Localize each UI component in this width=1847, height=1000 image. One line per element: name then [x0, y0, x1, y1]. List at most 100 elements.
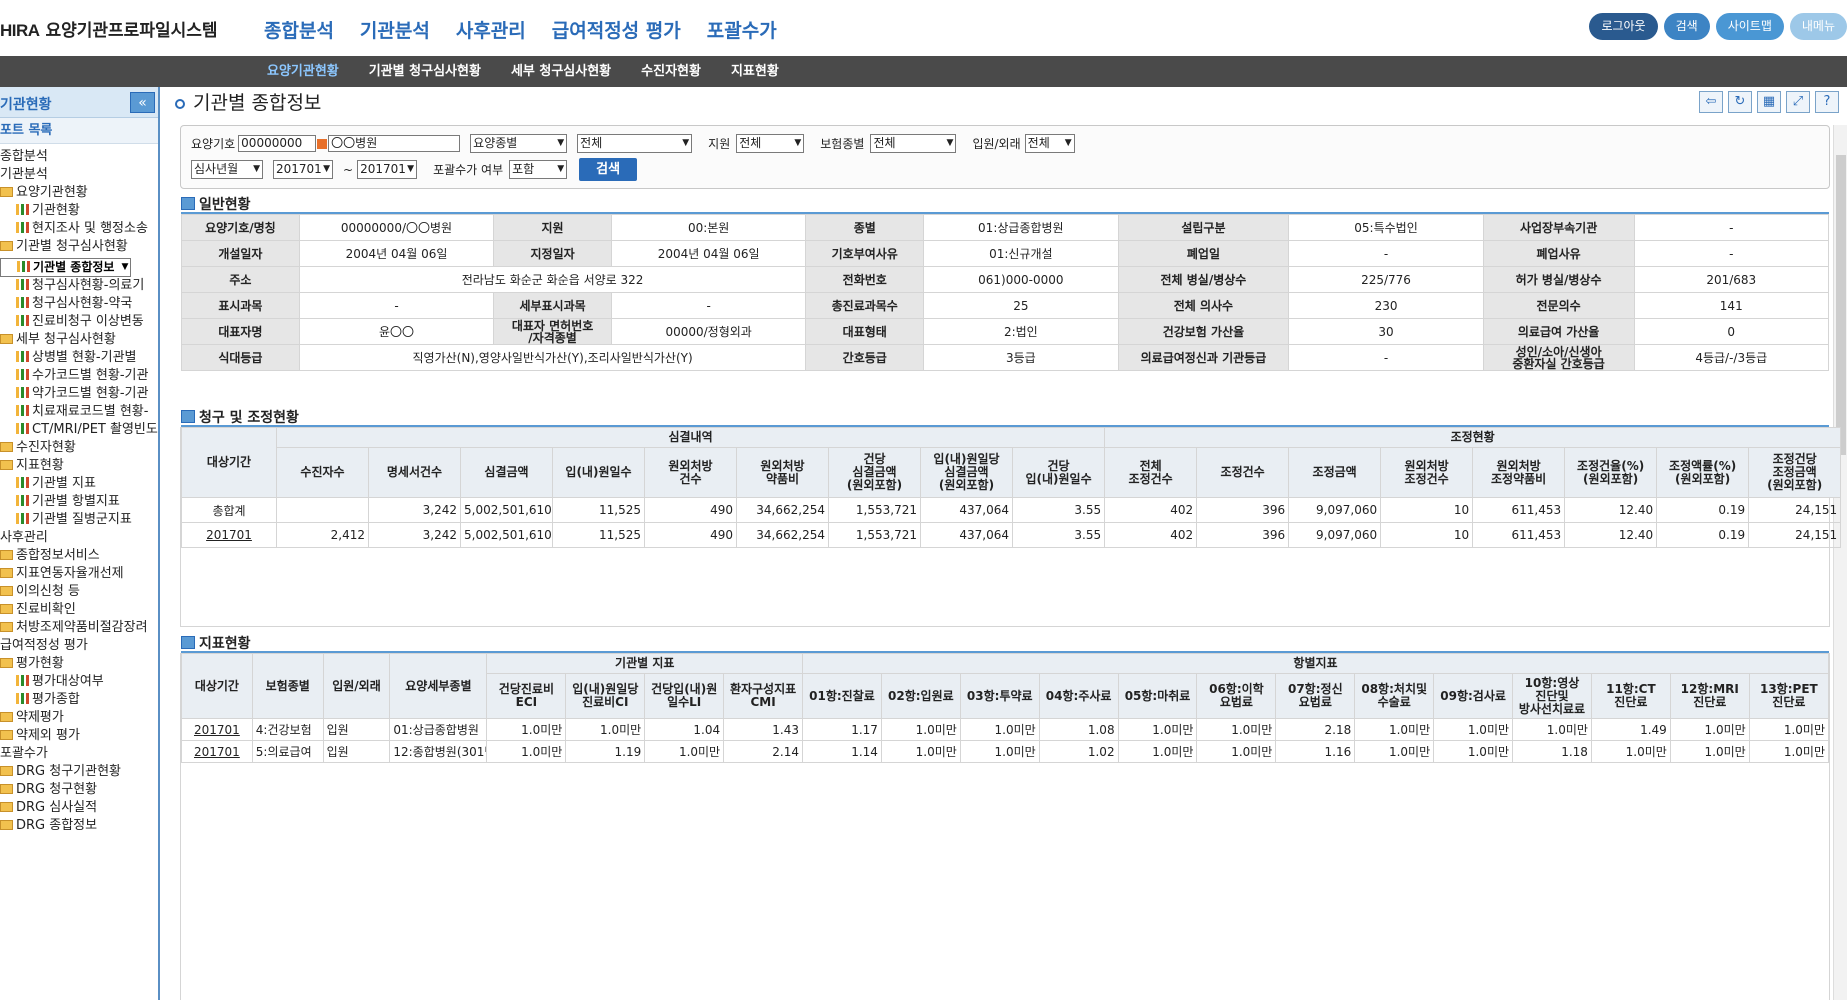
sidebar-item[interactable]: CT/MRI/PET 촬영빈도 — [0, 421, 158, 439]
main-nav-item[interactable]: 급여적정성 평가 — [552, 16, 681, 43]
sidebar-item[interactable]: 세부 청구심사현황 — [0, 331, 158, 349]
refresh-icon[interactable]: ↻ — [1728, 91, 1752, 113]
folder-icon — [0, 586, 13, 596]
sidebar-item-label: 기관별 종합정보 — [33, 260, 115, 274]
sitemap-button[interactable]: 사이트맵 — [1715, 13, 1784, 40]
report-icon — [16, 387, 29, 398]
subtype-select[interactable]: 전체 — [577, 134, 693, 153]
report-icon — [16, 693, 29, 704]
col-header: 요양세부종별 — [389, 653, 488, 719]
general-label: 대표자명 — [181, 318, 300, 345]
drg-select[interactable]: 포함 — [509, 160, 568, 179]
sidebar-item[interactable]: DRG 청구기관현황 — [0, 763, 158, 781]
table-cell: 4:건강보험 — [251, 718, 324, 741]
help-icon[interactable]: ? — [1815, 91, 1839, 113]
period-type-select[interactable]: 심사년월 — [191, 160, 263, 179]
sub-nav-item[interactable]: 지표현황 — [716, 56, 794, 87]
sub-nav-item[interactable]: 기관별 청구심사현황 — [354, 56, 496, 87]
logout-button[interactable]: 로그아웃 — [1589, 13, 1658, 40]
type-select[interactable]: 요양종별 — [470, 134, 568, 153]
col-header: 건당진료비 ECI — [486, 673, 567, 719]
my-menu-button[interactable]: 내메뉴 — [1789, 13, 1847, 40]
collapse-icon[interactable]: « — [130, 92, 155, 113]
sidebar-item[interactable]: 기관분석 — [0, 166, 158, 184]
sidebar-item[interactable]: 평가종합 — [0, 691, 158, 709]
general-value: - — [1288, 240, 1484, 267]
sidebar-item[interactable]: 진료비확인 — [0, 601, 158, 619]
period-cell[interactable]: 201701 — [181, 718, 253, 741]
table-cell: 3,242 — [368, 522, 461, 548]
vertical-scrollbar[interactable] — [1833, 125, 1847, 1000]
name-input[interactable]: 〇〇병원 — [328, 135, 461, 152]
insurance-select[interactable]: 전체 — [870, 134, 957, 153]
sidebar-item[interactable]: DRG 심사실적 — [0, 799, 158, 817]
sidebar-item[interactable]: 상병별 현황-기관별 — [0, 349, 158, 367]
main-nav-item[interactable]: 포괄수가 — [707, 16, 777, 43]
sidebar-item[interactable]: 치료재료코드별 현황- — [0, 403, 158, 421]
col-header: 원외처방 건수 — [644, 447, 737, 498]
sidebar-item[interactable]: 지표연동자율개선제 — [0, 565, 158, 583]
sidebar-item[interactable]: 종합분석 — [0, 148, 158, 166]
col-header: 10항:영상 진단및 방사선치료료 — [1512, 673, 1592, 719]
sidebar-item[interactable]: 약제외 평가 — [0, 727, 158, 745]
sidebar-item[interactable]: 현지조사 및 행정소송 — [0, 220, 158, 238]
sub-nav-item[interactable]: 수진자현황 — [626, 56, 716, 87]
app-logo[interactable]: HIRA 요양기관프로파일시스템 — [0, 16, 218, 41]
scrollbar-thumb[interactable] — [1836, 155, 1846, 455]
sidebar-item[interactable]: 요양기관현황 — [0, 184, 158, 202]
sidebar-item[interactable]: 평가현황 — [0, 655, 158, 673]
general-value: 061)000-0000 — [923, 266, 1119, 293]
period-from-select[interactable]: 201701 — [273, 160, 333, 179]
sidebar-item[interactable]: 기관별 종합정보 — [0, 258, 132, 277]
back-icon[interactable]: ⇦ — [1699, 91, 1723, 113]
lookup-icon[interactable] — [317, 138, 328, 149]
search-button-top[interactable]: 검색 — [1663, 13, 1710, 40]
sidebar-item[interactable]: 수가코드별 현황-기관 — [0, 367, 158, 385]
fullscreen-icon[interactable]: ⤢ — [1786, 91, 1810, 113]
search-button[interactable]: 검색 — [579, 158, 638, 181]
general-value: 225/776 — [1288, 266, 1484, 293]
sidebar-item[interactable]: 수진자현황 — [0, 439, 158, 457]
general-label: 전체 병실/병상수 — [1117, 266, 1290, 293]
sidebar-item[interactable]: 약가코드별 현황-기관 — [0, 385, 158, 403]
main-nav-item[interactable]: 종합분석 — [264, 16, 334, 43]
sub-nav-item[interactable]: 요양기관현황 — [252, 56, 354, 87]
report-icon — [16, 675, 29, 686]
sidebar-item[interactable]: 처방조제약품비절감장려 — [0, 619, 158, 637]
sidebar-item[interactable]: 평가대상여부 — [0, 673, 158, 691]
table-cell: 01:상급종합병원 — [389, 718, 488, 741]
main-nav-item[interactable]: 기관분석 — [360, 16, 430, 43]
table-cell: 2,412 — [276, 522, 369, 548]
branch-select[interactable]: 전체 — [736, 134, 805, 153]
sidebar-item[interactable]: 기관별 지표 — [0, 475, 158, 493]
sidebar-item[interactable]: 종합정보서비스 — [0, 547, 158, 565]
sub-nav-item[interactable]: 세부 청구심사현황 — [496, 56, 626, 87]
sidebar-item[interactable]: 사후관리 — [0, 529, 158, 547]
sidebar-item[interactable]: 포괄수가 — [0, 745, 158, 763]
sidebar-item[interactable]: 기관현황 — [0, 202, 158, 220]
inout-select[interactable]: 전체 — [1024, 134, 1075, 153]
folder-icon — [0, 604, 13, 614]
period-cell[interactable]: 201701 — [181, 740, 253, 763]
sidebar-item[interactable]: 이의신청 등 — [0, 583, 158, 601]
sidebar-item[interactable]: 진료비청구 이상변동 — [0, 313, 158, 331]
sidebar-item[interactable]: 지표현황 — [0, 457, 158, 475]
sidebar-item[interactable]: 약제평가 — [0, 709, 158, 727]
period-cell[interactable]: 201701 — [181, 522, 277, 548]
sidebar-item[interactable]: 급여적정성 평가 — [0, 637, 158, 655]
sidebar-item[interactable]: 청구심사현황-약국 — [0, 295, 158, 313]
sidebar-item[interactable]: DRG 청구현황 — [0, 781, 158, 799]
period-to-select[interactable]: 201701 — [357, 160, 418, 179]
sidebar-item[interactable]: 기관별 질병군지표 — [0, 511, 158, 529]
sidebar-item[interactable]: DRG 종합정보 — [0, 817, 158, 835]
col-header: 원외처방 조정약품비 — [1472, 447, 1566, 498]
sidebar-item[interactable]: 청구심사현황-의료기 — [0, 277, 158, 295]
code-input[interactable]: 00000000 — [238, 135, 317, 152]
general-label: 간호등급 — [805, 344, 925, 371]
main-nav-item[interactable]: 사후관리 — [456, 16, 526, 43]
excel-icon[interactable]: ▦ — [1757, 91, 1781, 113]
sidebar-item[interactable]: 기관별 항별지표 — [0, 493, 158, 511]
sidebar-item[interactable]: 기관별 청구심사현황 — [0, 238, 158, 256]
general-row: 표시과목 - 세부표시과목 - 총진료과목수 25 전체 의사수 230 전문의수 141 — [181, 292, 1829, 319]
report-icon — [16, 369, 29, 380]
